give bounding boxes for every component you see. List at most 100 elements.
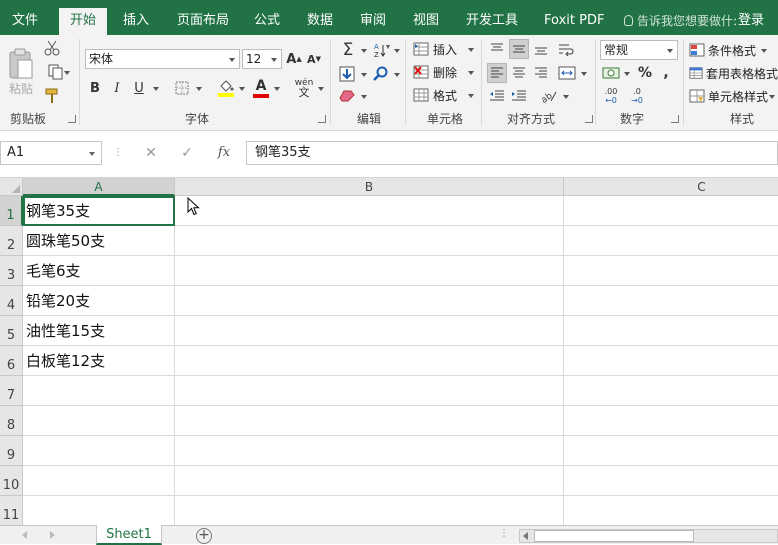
underline-button[interactable]: U: [131, 79, 147, 97]
percent-button[interactable]: %: [636, 64, 654, 82]
decrease-decimal-button[interactable]: .0 →0: [626, 86, 648, 106]
cell-b5[interactable]: [175, 316, 564, 346]
tell-me-box[interactable]: 告诉我您想要做什么: [624, 7, 736, 35]
align-top-button[interactable]: [487, 39, 507, 59]
cell-a10[interactable]: [23, 466, 175, 496]
insert-cells-button[interactable]: 插入: [413, 39, 475, 59]
row-header-2[interactable]: 2: [0, 226, 23, 256]
row-header-7[interactable]: 7: [0, 376, 23, 406]
format-cells-button[interactable]: 格式: [413, 85, 475, 105]
increase-indent-button[interactable]: [509, 87, 529, 105]
cell-c6[interactable]: [564, 346, 778, 376]
cell-a8[interactable]: [23, 406, 175, 436]
worksheet-grid[interactable]: A B C 1 钢笔35支 2 圆珠笔50支 3 毛笔6支 4 铅笔20支 5 油性笔15支 6 白板…: [0, 178, 778, 525]
italic-button[interactable]: I: [109, 79, 125, 97]
fill-button[interactable]: [337, 65, 357, 83]
cell-a5[interactable]: 油性笔15支: [23, 316, 175, 346]
cell-c11[interactable]: [564, 496, 778, 525]
cell-a1[interactable]: 钢笔35支: [23, 196, 175, 226]
number-format-select[interactable]: 常规: [600, 40, 678, 60]
find-button[interactable]: [372, 65, 390, 83]
tab-data[interactable]: 数据: [307, 7, 333, 35]
increase-font-button[interactable]: A ▲: [286, 49, 302, 69]
cell-b3[interactable]: [175, 256, 564, 286]
name-box[interactable]: A1: [0, 141, 102, 165]
number-launcher-icon[interactable]: [671, 115, 679, 123]
cell-b1[interactable]: [175, 196, 564, 226]
comma-button[interactable]: ,: [658, 64, 674, 82]
cell-b8[interactable]: [175, 406, 564, 436]
tab-page-layout[interactable]: 页面布局: [177, 7, 229, 35]
font-size-select[interactable]: 12: [242, 49, 282, 69]
decrease-font-button[interactable]: A ▼: [306, 49, 322, 69]
sort-filter-button[interactable]: AZ: [372, 41, 392, 59]
autosum-button[interactable]: Σ: [337, 40, 359, 60]
format-as-table-button[interactable]: 套用表格格式: [689, 63, 778, 83]
align-left-button[interactable]: [487, 63, 507, 83]
formula-input[interactable]: 钢笔35支: [246, 141, 778, 165]
cell-c4[interactable]: [564, 286, 778, 316]
tab-review[interactable]: 审阅: [360, 7, 386, 35]
prev-sheet-icon[interactable]: [22, 531, 27, 539]
cell-b9[interactable]: [175, 436, 564, 466]
cell-c10[interactable]: [564, 466, 778, 496]
currency-button[interactable]: [601, 64, 621, 82]
conditional-format-button[interactable]: 条件格式: [689, 40, 778, 60]
tab-insert[interactable]: 插入: [123, 7, 149, 35]
fill-color-button[interactable]: [217, 77, 235, 99]
clear-button[interactable]: [337, 87, 357, 105]
delete-cells-button[interactable]: 删除: [413, 62, 475, 82]
login-button[interactable]: 登录: [738, 7, 764, 35]
cell-a2[interactable]: 圆珠笔50支: [23, 226, 175, 256]
copy-button[interactable]: [43, 63, 70, 81]
cell-c5[interactable]: [564, 316, 778, 346]
tab-foxit-pdf[interactable]: Foxit PDF: [544, 7, 604, 35]
align-right-button[interactable]: [531, 63, 551, 83]
border-button[interactable]: [174, 79, 190, 97]
cell-a3[interactable]: 毛笔6支: [23, 256, 175, 286]
row-header-5[interactable]: 5: [0, 316, 23, 346]
format-painter-button[interactable]: [43, 87, 61, 105]
row-header-4[interactable]: 4: [0, 286, 23, 316]
paste-button[interactable]: 粘贴: [6, 41, 36, 103]
tab-file[interactable]: 文件: [12, 7, 38, 35]
cell-a6[interactable]: 白板笔12支: [23, 346, 175, 376]
select-all-button[interactable]: [0, 178, 23, 196]
sheet-tab-sheet1[interactable]: Sheet1: [96, 525, 162, 545]
align-bottom-button[interactable]: [531, 39, 551, 59]
alignment-launcher-icon[interactable]: [585, 115, 593, 123]
row-header-8[interactable]: 8: [0, 406, 23, 436]
row-header-3[interactable]: 3: [0, 256, 23, 286]
horizontal-scroll-thumb[interactable]: [534, 530, 694, 542]
tab-split-handle-icon[interactable]: ⋮: [499, 528, 509, 539]
phonetic-button[interactable]: wén 文: [294, 77, 314, 99]
cell-c2[interactable]: [564, 226, 778, 256]
align-center-button[interactable]: [509, 63, 529, 83]
cell-b4[interactable]: [175, 286, 564, 316]
font-launcher-icon[interactable]: [318, 115, 326, 123]
font-color-button[interactable]: A: [252, 77, 270, 99]
cell-c9[interactable]: [564, 436, 778, 466]
cell-a11[interactable]: [23, 496, 175, 525]
tab-formulas[interactable]: 公式: [254, 7, 280, 35]
font-name-select[interactable]: 宋体: [85, 49, 240, 69]
row-header-1[interactable]: 1: [0, 196, 23, 226]
next-sheet-icon[interactable]: [50, 531, 55, 539]
row-header-11[interactable]: 11: [0, 496, 23, 525]
cell-a9[interactable]: [23, 436, 175, 466]
cell-c1[interactable]: [564, 196, 778, 226]
cell-b2[interactable]: [175, 226, 564, 256]
scroll-left-icon[interactable]: [523, 532, 528, 540]
bold-button[interactable]: B: [87, 79, 103, 97]
row-header-10[interactable]: 10: [0, 466, 23, 496]
tab-home[interactable]: 开始: [59, 8, 108, 35]
formula-bar-grip-icon[interactable]: ⋮: [113, 143, 123, 163]
cell-styles-button[interactable]: 单元格样式: [689, 86, 778, 106]
cell-b7[interactable]: [175, 376, 564, 406]
row-header-9[interactable]: 9: [0, 436, 23, 466]
new-sheet-icon[interactable]: +: [196, 528, 212, 544]
cell-c7[interactable]: [564, 376, 778, 406]
merge-center-button[interactable]: [556, 63, 578, 83]
cell-c8[interactable]: [564, 406, 778, 436]
cut-button[interactable]: [43, 39, 61, 57]
